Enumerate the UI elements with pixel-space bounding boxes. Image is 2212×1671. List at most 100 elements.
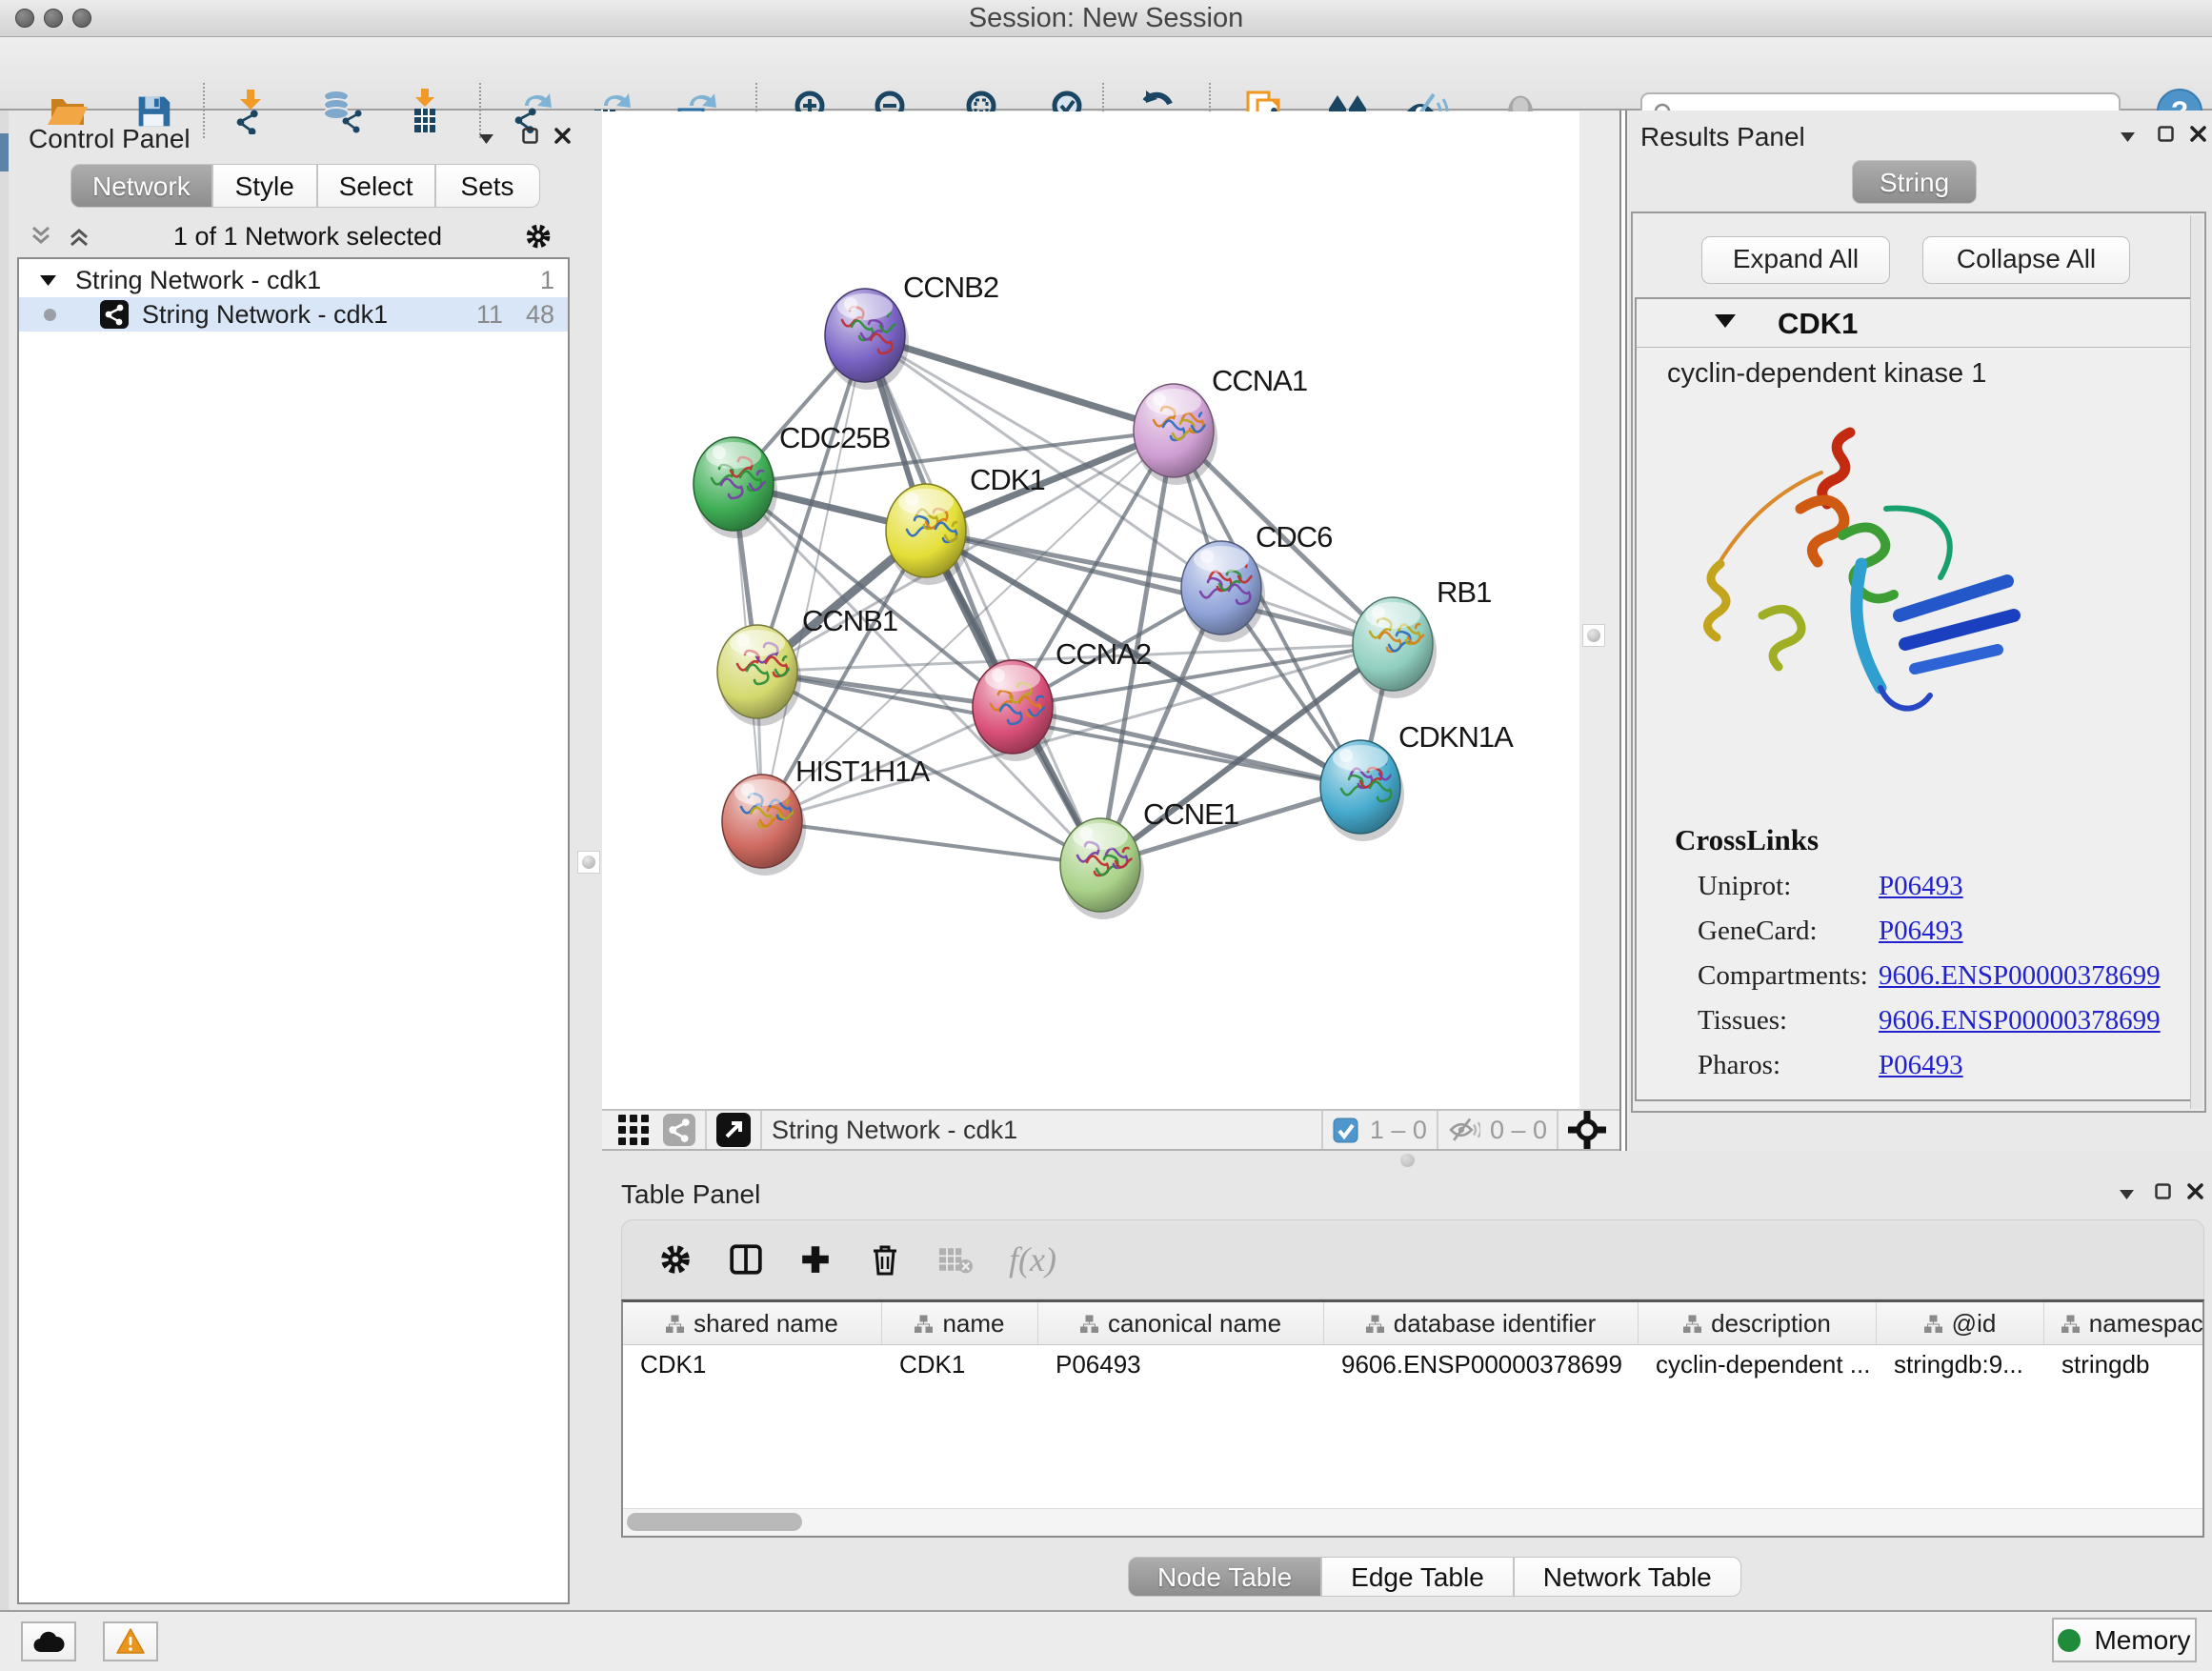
node-label-CCNB2: CCNB2 bbox=[903, 271, 998, 304]
expand-all-icon[interactable] bbox=[67, 224, 91, 249]
node-label-CCNB1: CCNB1 bbox=[802, 604, 897, 637]
tab-sets[interactable]: Sets bbox=[435, 164, 540, 208]
panel-float-icon[interactable] bbox=[517, 124, 542, 147]
collapse-all-icon[interactable] bbox=[29, 224, 53, 249]
show-columns-icon[interactable] bbox=[729, 1242, 763, 1277]
panel-menu-icon[interactable] bbox=[2114, 1183, 2139, 1206]
column-header-canonical-name[interactable]: canonical name bbox=[1038, 1302, 1324, 1344]
panel-close-icon[interactable] bbox=[550, 124, 574, 147]
cloud-button[interactable] bbox=[21, 1621, 76, 1661]
table-cell[interactable]: CDK1 bbox=[623, 1345, 882, 1383]
crosslink-link[interactable]: P06493 bbox=[1879, 1050, 1963, 1081]
network-node-HIST1H1A[interactable] bbox=[722, 775, 806, 876]
table-mode-gear-icon[interactable] bbox=[658, 1242, 693, 1277]
hidden-eye-icon[interactable] bbox=[1448, 1116, 1480, 1144]
status-bar: Memory bbox=[0, 1610, 2212, 1671]
panel-menu-icon[interactable] bbox=[473, 128, 498, 151]
network-node-CCNA1[interactable] bbox=[1134, 384, 1217, 485]
column-header-namespace[interactable]: namespace bbox=[2044, 1302, 2204, 1344]
node-label-HIST1H1A: HIST1H1A bbox=[795, 755, 930, 788]
network-node-CDK1[interactable] bbox=[886, 484, 970, 585]
horizontal-splitter[interactable] bbox=[602, 1151, 2212, 1170]
network-node-CCNE1[interactable] bbox=[1060, 818, 1144, 919]
detach-view-icon[interactable] bbox=[716, 1113, 751, 1147]
table-cell[interactable]: stringdb:9... bbox=[1877, 1345, 2044, 1383]
network-node-CCNB2[interactable] bbox=[825, 289, 909, 390]
tab-edge-table[interactable]: Edge Table bbox=[1321, 1557, 1514, 1597]
results-panel: Results Panel String Expand All Collapse… bbox=[1627, 111, 2212, 1151]
footer-separator bbox=[1557, 1111, 1558, 1149]
crosshair-icon[interactable] bbox=[1568, 1111, 1606, 1149]
panel-float-icon[interactable] bbox=[2153, 122, 2178, 145]
table-tabs: Node TableEdge TableNetwork Table bbox=[1128, 1557, 1741, 1597]
crosslink-link[interactable]: P06493 bbox=[1879, 871, 1963, 902]
network-edge[interactable] bbox=[865, 335, 1174, 431]
table-cell[interactable]: stringdb bbox=[2044, 1345, 2204, 1383]
footer-separator bbox=[760, 1111, 762, 1149]
results-scrollbar[interactable] bbox=[2190, 215, 2202, 1109]
column-header-label: database identifier bbox=[1394, 1309, 1596, 1339]
network-badge-icon[interactable] bbox=[663, 1114, 695, 1146]
table-row[interactable]: CDK1CDK1P064939606.ENSP00000378699cyclin… bbox=[623, 1345, 2202, 1383]
right-splitter-handle[interactable] bbox=[1582, 624, 1605, 647]
scrollbar-thumb[interactable] bbox=[627, 1513, 802, 1531]
column-type-icon bbox=[1080, 1315, 1098, 1333]
column-header-label: namespace bbox=[2089, 1309, 2204, 1339]
gear-icon[interactable] bbox=[524, 222, 553, 251]
tab-string[interactable]: String bbox=[1852, 160, 1977, 204]
column-header-shared-name[interactable]: shared name bbox=[623, 1302, 882, 1344]
crosslink-link[interactable]: P06493 bbox=[1879, 916, 1963, 947]
network-node-CDC25B[interactable] bbox=[694, 437, 777, 538]
network-collection-row[interactable]: String Network - cdk1 1 bbox=[19, 263, 568, 297]
tab-network[interactable]: Network bbox=[70, 164, 212, 208]
tab-network-table[interactable]: Network Table bbox=[1514, 1557, 1741, 1597]
table-cell[interactable]: cyclin-dependent ... bbox=[1639, 1345, 1877, 1383]
protein-header[interactable]: CDK1 bbox=[1637, 299, 2201, 348]
tab-select[interactable]: Select bbox=[317, 164, 435, 208]
warning-button[interactable] bbox=[103, 1621, 158, 1661]
network-type-icon bbox=[100, 300, 129, 329]
left-splitter-handle[interactable] bbox=[577, 851, 600, 874]
table-cell[interactable]: CDK1 bbox=[882, 1345, 1038, 1383]
collapse-all-button[interactable]: Collapse All bbox=[1922, 236, 2130, 284]
selected-checkbox[interactable] bbox=[1333, 1117, 1358, 1143]
horizontal-splitter-handle[interactable] bbox=[1400, 1154, 1415, 1167]
column-header-description[interactable]: description bbox=[1639, 1302, 1877, 1344]
grid-view-icon[interactable] bbox=[617, 1114, 650, 1146]
panel-close-icon[interactable] bbox=[2185, 122, 2210, 145]
network-edge[interactable] bbox=[762, 821, 1100, 865]
table-cell[interactable]: P06493 bbox=[1038, 1345, 1324, 1383]
column-header-@id[interactable]: @id bbox=[1877, 1302, 2044, 1344]
panel-menu-icon[interactable] bbox=[2115, 126, 2140, 149]
table-cell[interactable]: 9606.ENSP00000378699 bbox=[1324, 1345, 1639, 1383]
table-toolbar: f(x) bbox=[621, 1219, 2204, 1299]
tab-node-table[interactable]: Node Table bbox=[1128, 1557, 1321, 1597]
memory-button[interactable]: Memory bbox=[2052, 1618, 2197, 1662]
tree-expand-icon[interactable] bbox=[40, 275, 56, 286]
collapse-section-icon[interactable] bbox=[1715, 314, 1736, 328]
delete-column-icon[interactable] bbox=[868, 1242, 902, 1277]
column-header-database-identifier[interactable]: database identifier bbox=[1324, 1302, 1639, 1344]
control-panel: Control Panel NetworkStyleSelectSets 1 o… bbox=[10, 111, 573, 1610]
crosslink-link[interactable]: 9606.ENSP00000378699 bbox=[1879, 960, 2161, 992]
add-column-icon[interactable] bbox=[799, 1243, 832, 1276]
panel-float-icon[interactable] bbox=[2150, 1179, 2175, 1202]
table-horizontal-scrollbar[interactable] bbox=[623, 1508, 2202, 1536]
network-graph[interactable]: CCNB2CCNA1CDC25BCDK1CDC6RB1CCNB1CCNA2CDK… bbox=[602, 111, 1579, 1109]
tab-style[interactable]: Style bbox=[212, 164, 317, 208]
network-node-CDKN1A[interactable] bbox=[1320, 740, 1404, 841]
column-header-name[interactable]: name bbox=[882, 1302, 1038, 1344]
network-edge[interactable] bbox=[1013, 707, 1360, 787]
network-row-selected[interactable]: String Network - cdk1 11 48 bbox=[19, 297, 568, 332]
collection-label: String Network - cdk1 bbox=[75, 266, 321, 295]
network-node-RB1[interactable] bbox=[1353, 597, 1437, 698]
node-table[interactable]: shared namenamecanonical name database id… bbox=[621, 1299, 2204, 1538]
expand-all-button[interactable]: Expand All bbox=[1701, 236, 1890, 284]
crosslinks-title: CrossLinks bbox=[1675, 823, 2161, 857]
network-canvas[interactable]: CCNB2CCNA1CDC25BCDK1CDC6RB1CCNB1CCNA2CDK… bbox=[602, 111, 1579, 1109]
panel-close-icon[interactable] bbox=[2182, 1179, 2207, 1202]
network-node-CDC6[interactable] bbox=[1181, 541, 1265, 642]
crosslink-link[interactable]: 9606.ENSP00000378699 bbox=[1879, 1005, 2161, 1037]
crosslink-label: GeneCard: bbox=[1675, 916, 1879, 947]
vertical-splitter[interactable] bbox=[1619, 111, 1627, 1151]
